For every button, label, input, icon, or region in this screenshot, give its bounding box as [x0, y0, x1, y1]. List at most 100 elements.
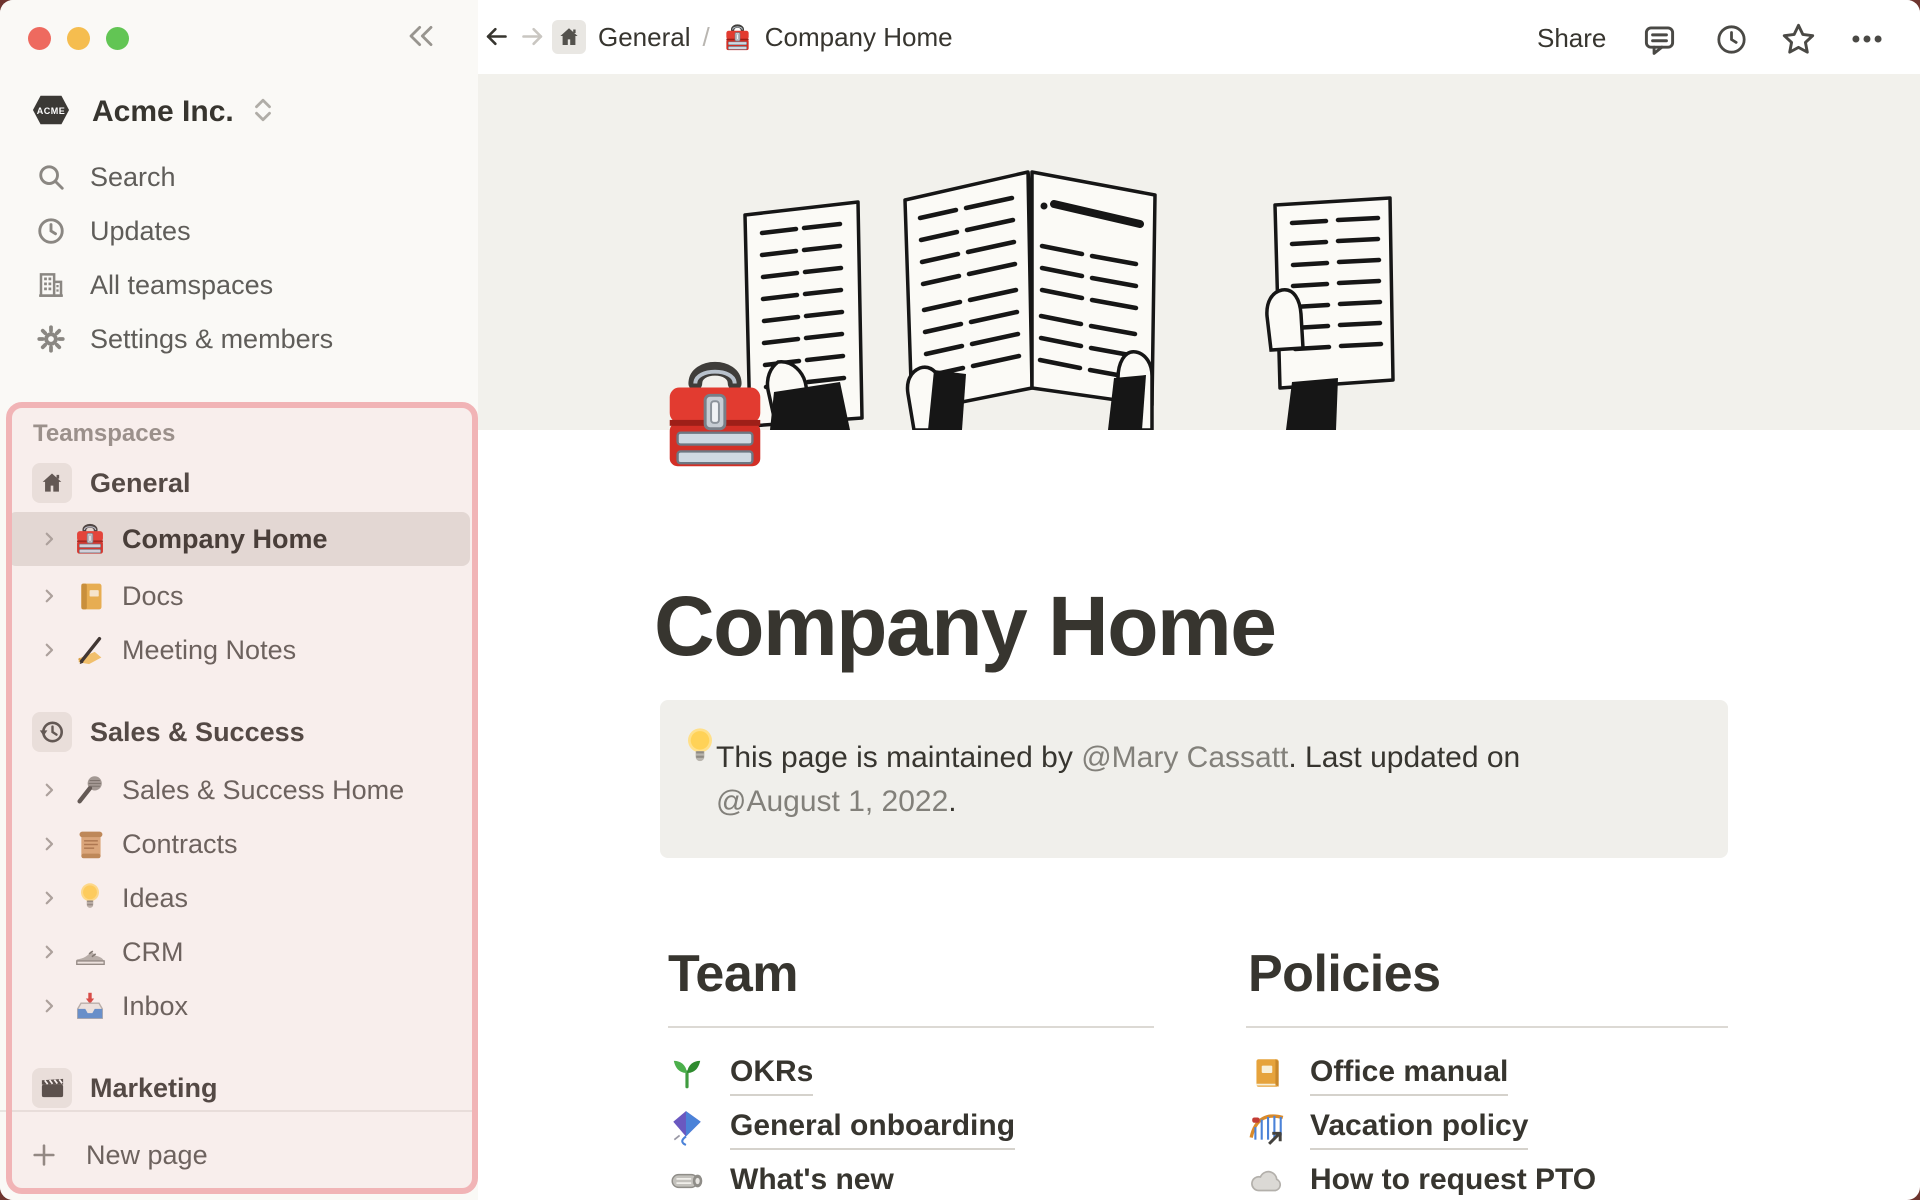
sneaker-emoji	[72, 934, 108, 970]
chevron-right-icon[interactable]	[38, 635, 60, 665]
history-clock-icon[interactable]	[1712, 20, 1750, 58]
sidebar-page-docs[interactable]: Docs	[0, 574, 516, 618]
sidebar-page-contracts[interactable]: Contracts	[0, 822, 516, 866]
sidebar-divider	[0, 1110, 478, 1112]
sprout-emoji	[668, 1054, 706, 1097]
search-icon	[35, 161, 67, 193]
kite-emoji	[668, 1108, 706, 1151]
date-mention[interactable]: @August 1, 2022	[716, 785, 948, 818]
chevron-up-down-icon	[250, 94, 276, 131]
chevron-right-icon[interactable]	[38, 991, 60, 1021]
page-label: Inbox	[122, 990, 189, 1021]
more-options-icon[interactable]	[1848, 20, 1886, 58]
sidebar-item-search[interactable]: Search	[0, 155, 513, 199]
sidebar-item-label: All teamspaces	[90, 269, 274, 300]
page-link-label[interactable]: What's new	[730, 1163, 894, 1200]
share-button[interactable]: Share	[1537, 23, 1606, 54]
heading-divider	[668, 1026, 1154, 1028]
sidebar-page-ideas[interactable]: Ideas	[0, 876, 516, 920]
callout-line-2: @August 1, 2022.	[716, 780, 1676, 824]
forward-icon[interactable]	[519, 23, 546, 55]
callout-segment: This page is maintained by	[716, 741, 1082, 774]
writing-hand-emoji	[72, 632, 108, 668]
zoom-window-button[interactable]	[106, 27, 129, 50]
sidebar-page-inbox[interactable]: Inbox	[0, 984, 516, 1028]
page-link-okrs[interactable]: OKRs	[668, 1052, 814, 1098]
orange-book-emoji	[1248, 1054, 1286, 1097]
sidebar-page-sales-success-home[interactable]: Sales & Success Home	[0, 768, 516, 812]
new-page-button[interactable]: New page	[0, 1133, 506, 1177]
breadcrumb-label[interactable]: General	[598, 22, 691, 53]
page-link-label[interactable]: Vacation policy	[1310, 1109, 1529, 1150]
breadcrumb-item-general[interactable]	[552, 20, 586, 54]
microphone-emoji	[72, 772, 108, 808]
page-label: Sales & Success Home	[122, 774, 405, 805]
page-link-label[interactable]: OKRs	[730, 1055, 814, 1096]
toolbox-emoji	[72, 521, 108, 557]
sidebar-item-settings[interactable]: Settings & members	[0, 317, 513, 361]
callout-block[interactable]: This page is maintained by @Mary Cassatt…	[660, 700, 1728, 858]
person-mention[interactable]: @Mary Cassatt	[1081, 741, 1288, 774]
chevron-right-icon[interactable]	[38, 937, 60, 967]
notion-window: ACME Acme Inc. Search Updates All teamsp…	[0, 0, 1920, 1200]
page-link-label[interactable]: How to request PTO	[1310, 1163, 1596, 1200]
page-icon-toolbox[interactable]	[652, 352, 778, 483]
team-heading[interactable]: Team	[668, 944, 798, 1004]
favorite-star-icon[interactable]	[1779, 20, 1817, 58]
policies-heading[interactable]: Policies	[1248, 944, 1441, 1004]
sidebar-item-label: Settings & members	[90, 323, 334, 354]
chevron-right-icon[interactable]	[38, 829, 60, 859]
heading-divider	[1246, 1026, 1728, 1028]
minimize-window-button[interactable]	[67, 27, 90, 50]
page-label: Contracts	[122, 828, 238, 859]
callout-text: This page is maintained by @Mary Cassatt…	[716, 736, 1676, 824]
back-icon[interactable]	[483, 23, 510, 55]
sidebar-teamspace-sales-success[interactable]: Sales & Success	[0, 710, 510, 754]
page-link-label[interactable]: General onboarding	[730, 1109, 1016, 1150]
scroll-emoji	[72, 826, 108, 862]
page-link-how-to-request-pto[interactable]: How to request PTO	[1248, 1160, 1596, 1200]
page-link-whats-new[interactable]: What's new	[668, 1160, 894, 1200]
chevron-right-icon[interactable]	[38, 581, 60, 611]
acme-logo: ACME	[32, 93, 70, 132]
sidebar-teamspace-marketing[interactable]: Marketing	[0, 1066, 510, 1110]
sidebar-item-all-teamspaces[interactable]: All teamspaces	[0, 263, 513, 307]
history-clock-icon	[32, 712, 72, 752]
teamspace-label: General	[90, 467, 191, 498]
bulb-emoji	[680, 724, 720, 777]
building-icon	[35, 269, 67, 301]
close-window-button[interactable]	[28, 27, 51, 50]
breadcrumb-separator: /	[702, 21, 710, 52]
sidebar-item-updates[interactable]: Updates	[0, 209, 513, 253]
clock-icon	[35, 215, 67, 247]
ledger-emoji	[72, 578, 108, 614]
sidebar: ACME Acme Inc. Search Updates All teamsp…	[0, 0, 478, 1200]
page-title[interactable]: Company Home	[654, 578, 1277, 675]
teamspace-label: Marketing	[90, 1072, 218, 1103]
breadcrumb: General / Company Home	[552, 20, 953, 54]
page-link-general-onboarding[interactable]: General onboarding	[668, 1106, 1016, 1152]
house-icon	[32, 463, 72, 503]
sidebar-page-crm[interactable]: CRM	[0, 930, 516, 974]
page-label: Meeting Notes	[122, 634, 297, 665]
collapse-sidebar-icon[interactable]	[405, 20, 437, 57]
page-label: Docs	[122, 580, 184, 611]
comments-icon[interactable]	[1640, 20, 1678, 58]
gear-icon	[35, 323, 67, 355]
workspace-switcher[interactable]: ACME Acme Inc.	[0, 90, 510, 134]
sidebar-page-meeting-notes[interactable]: Meeting Notes	[0, 628, 516, 672]
chevron-right-icon[interactable]	[38, 883, 60, 913]
page-link-vacation-policy[interactable]: Vacation policy	[1248, 1106, 1529, 1152]
page-link-office-manual[interactable]: Office manual	[1248, 1052, 1509, 1098]
sidebar-teamspace-general[interactable]: General	[0, 461, 510, 505]
page-link-label[interactable]: Office manual	[1310, 1055, 1509, 1096]
page-label: Ideas	[122, 882, 189, 913]
chevron-right-icon[interactable]	[38, 775, 60, 805]
workspace-name: Acme Inc.	[92, 95, 234, 128]
breadcrumb-label[interactable]: Company Home	[765, 22, 953, 53]
teamspaces-section-label: Teamspaces	[33, 420, 176, 447]
cloud-emoji	[1248, 1162, 1286, 1200]
sidebar-page-company-home[interactable]: Company Home	[0, 517, 516, 561]
chevron-right-icon[interactable]	[38, 524, 60, 554]
toolbox-emoji	[722, 22, 753, 53]
